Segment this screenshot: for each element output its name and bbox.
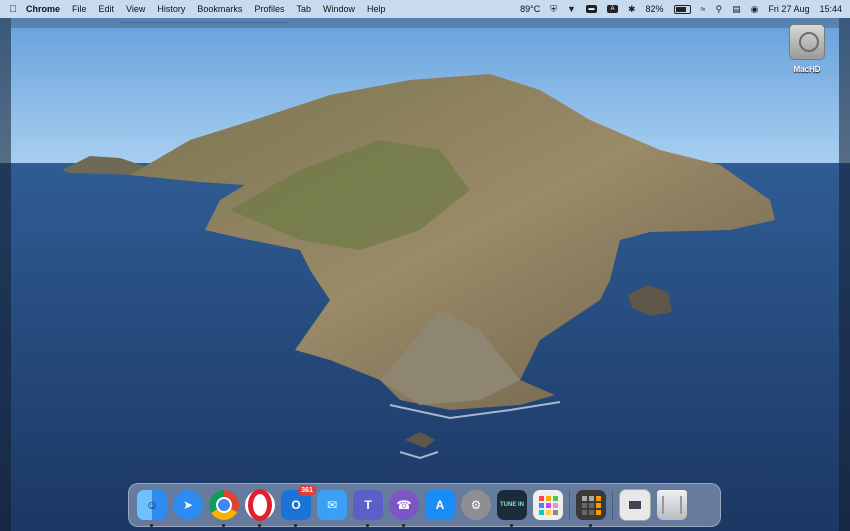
keyboard-icon[interactable]: ▬ <box>585 5 597 13</box>
menu-bookmarks[interactable]: Bookmarks <box>197 4 242 14</box>
menu-view[interactable]: View <box>126 4 145 14</box>
trash-icon[interactable] <box>657 490 687 520</box>
hard-drive-icon <box>789 24 825 60</box>
system-preferences-icon[interactable]: ⚙ <box>461 490 491 520</box>
desktop-drive[interactable]: MacHD <box>783 24 831 74</box>
vpn-icon[interactable]: ▼ <box>567 4 576 14</box>
viber-icon[interactable]: ☎ <box>389 490 419 527</box>
dock-separator <box>612 490 613 520</box>
menu-history[interactable]: History <box>157 4 185 14</box>
menubar:  Chrome File Edit View History Bookmark… <box>0 0 850 18</box>
teams-icon[interactable]: T <box>353 490 383 527</box>
menu-tab[interactable]: Tab <box>296 4 311 14</box>
bluetooth-icon[interactable]: ✱ <box>628 4 636 15</box>
menu-help[interactable]: Help <box>367 4 386 14</box>
menubar-time[interactable]: 15:44 <box>819 4 842 14</box>
window-shadow-right <box>839 18 850 531</box>
outlook-icon[interactable]: O 361 <box>281 485 316 527</box>
dock-separator <box>569 490 570 520</box>
desktop-wallpaper <box>0 0 850 531</box>
mail-icon[interactable]: ✉ <box>317 490 347 520</box>
finder-icon[interactable]: ☺ <box>137 490 167 527</box>
dock: ☺ ➤ O 361 ✉ T ☎ A ⚙ TUNE IN <box>128 483 721 527</box>
browser-title-strip: ........................................… <box>11 18 839 28</box>
temperature-readout[interactable]: 89°C <box>520 4 540 14</box>
outlook-badge: 361 <box>298 485 316 496</box>
tunein-icon[interactable]: TUNE IN <box>497 490 527 527</box>
status-area: 89°C ⛨ ▼ ▬ A ✱ 82% ≈ ⚲ ▤ ◉ Fri 27 Aug 15… <box>520 4 850 15</box>
control-center-icon[interactable]: ▤ <box>732 4 741 15</box>
app-store-icon[interactable]: A <box>425 490 455 520</box>
menu-window[interactable]: Window <box>323 4 355 14</box>
menu-profiles[interactable]: Profiles <box>254 4 284 14</box>
search-icon[interactable]: ⚲ <box>715 4 722 15</box>
menu-edit[interactable]: Edit <box>99 4 115 14</box>
menu-file[interactable]: File <box>72 4 87 14</box>
apple-menu-icon[interactable]:  <box>0 4 26 15</box>
battery-icon[interactable] <box>673 4 691 14</box>
drive-label: MacHD <box>793 65 821 74</box>
launchpad-icon[interactable] <box>533 490 563 520</box>
safari-icon[interactable]: ➤ <box>173 490 203 520</box>
input-source-icon[interactable]: A <box>606 5 618 13</box>
siri-icon[interactable]: ◉ <box>751 4 759 15</box>
wifi-icon[interactable]: ≈ <box>701 4 706 14</box>
menu-app-name[interactable]: Chrome <box>26 4 60 14</box>
file-preview-icon[interactable] <box>619 489 651 521</box>
menubar-date[interactable]: Fri 27 Aug <box>768 4 809 14</box>
calculator-icon[interactable] <box>576 490 606 527</box>
battery-percent[interactable]: 82% <box>646 4 664 14</box>
opera-icon[interactable] <box>245 489 275 527</box>
window-shadow-left <box>0 18 11 531</box>
chrome-icon[interactable] <box>209 490 239 527</box>
shield-icon[interactable]: ⛨ <box>550 4 557 15</box>
